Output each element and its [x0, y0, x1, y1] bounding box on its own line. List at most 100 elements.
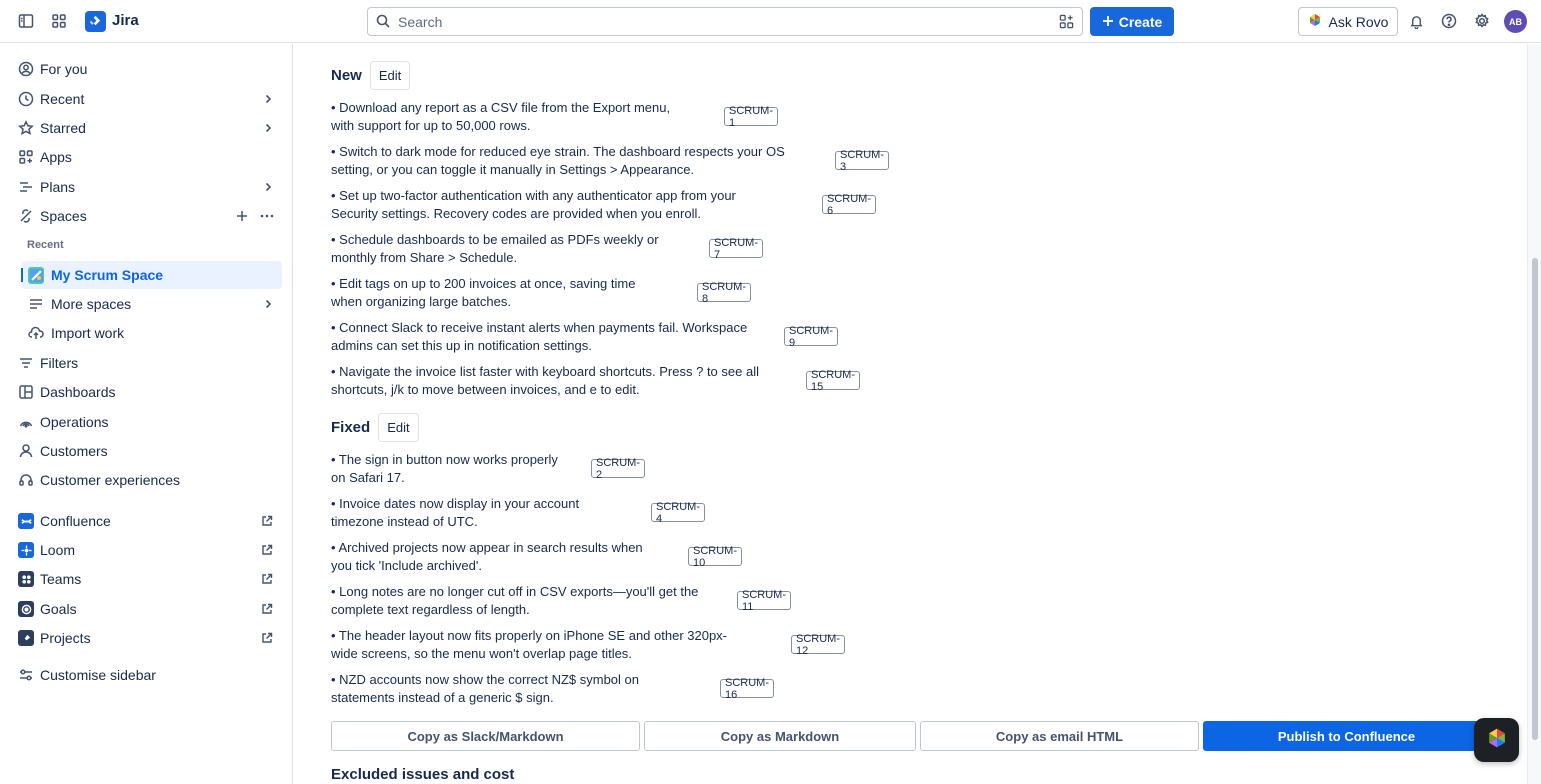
- user-circle-icon: [18, 61, 34, 77]
- search-placeholder: Search: [398, 14, 443, 30]
- teams-icon: [18, 571, 34, 587]
- sidebar-item-apps[interactable]: Apps: [10, 143, 282, 171]
- issue-key-tag[interactable]: SCRUM-6: [822, 193, 876, 217]
- entry-text: • Archived projects now appear in search…: [331, 540, 643, 573]
- star-icon: [18, 120, 34, 136]
- sidebar-item-label: For you: [40, 61, 88, 77]
- sidebar-item-label: Spaces: [40, 208, 87, 224]
- sidebar-item-label: Operations: [40, 414, 109, 430]
- sidebar-item-label: Projects: [40, 630, 91, 646]
- apps-icon: [18, 149, 34, 165]
- filter-icon: [18, 355, 34, 371]
- rovo-icon: [1486, 727, 1508, 754]
- sidebar-item-customise-sidebar[interactable]: Customise sidebar: [10, 661, 282, 689]
- entry-text: • Edit tags on up to 200 invoices at onc…: [331, 276, 636, 309]
- entry-text: • Schedule dashboards to be emailed as P…: [331, 232, 659, 265]
- clock-icon: [18, 91, 34, 107]
- sidebar-item-for-you[interactable]: For you: [10, 55, 282, 83]
- search-icon: [376, 14, 390, 33]
- copy-markdown-button[interactable]: Copy as Markdown: [644, 721, 916, 751]
- issue-key-tag[interactable]: SCRUM-16: [720, 677, 774, 701]
- sidebar-item-plans[interactable]: Plans: [10, 173, 282, 201]
- jira-logo-icon[interactable]: [85, 11, 106, 32]
- issue-key-tag[interactable]: SCRUM-1: [724, 105, 778, 129]
- edit-new-button[interactable]: Edit: [369, 61, 411, 90]
- app-switcher-icon[interactable]: [49, 11, 69, 31]
- plus-icon: [1102, 14, 1114, 30]
- scrollbar-thumb[interactable]: [1532, 258, 1538, 740]
- sidebar-item-customer-experiences[interactable]: Customer experiences: [10, 466, 282, 494]
- issue-key-tag[interactable]: SCRUM-4: [651, 501, 705, 525]
- customers-icon: [18, 443, 34, 459]
- issue-key-tag[interactable]: SCRUM-8: [697, 281, 751, 305]
- sidebar-toggle-icon[interactable]: [16, 11, 36, 31]
- section-title-new: New: [331, 67, 362, 84]
- more-options-icon[interactable]: [260, 209, 274, 227]
- issue-key-tag[interactable]: SCRUM-11: [737, 589, 791, 613]
- external-link-icon: [261, 572, 273, 590]
- sidebar-item-teams[interactable]: Teams: [10, 565, 282, 593]
- sidebar-item-starred[interactable]: Starred: [10, 114, 282, 142]
- main-scrollbar[interactable]: [1527, 44, 1541, 784]
- sidebar-item-my-scrum-space[interactable]: My Scrum Space: [21, 261, 282, 289]
- operations-icon: [18, 414, 34, 430]
- search-filter-icon[interactable]: [1059, 14, 1074, 34]
- entry-text: • Navigate the invoice list faster with …: [331, 364, 759, 397]
- sidebar-item-label: Teams: [40, 571, 82, 587]
- issue-key-tag[interactable]: SCRUM-10: [688, 545, 742, 569]
- copy-slack-markdown-button[interactable]: Copy as Slack/Markdown: [331, 721, 640, 751]
- sidebar-item-customers[interactable]: Customers: [10, 437, 282, 465]
- dashboard-icon: [18, 384, 34, 400]
- settings-gear-icon[interactable]: [1472, 11, 1492, 31]
- sidebar-item-confluence[interactable]: Confluence: [10, 507, 282, 535]
- app-name[interactable]: Jira: [112, 12, 139, 29]
- notifications-bell-icon[interactable]: [1406, 11, 1426, 31]
- sidebar-item-projects[interactable]: Projects: [10, 624, 282, 652]
- rovo-icon: [1308, 13, 1322, 30]
- external-link-icon: [261, 543, 273, 561]
- copy-email-html-button[interactable]: Copy as email HTML: [920, 721, 1199, 751]
- sidebar-item-filters[interactable]: Filters: [10, 349, 282, 377]
- help-icon[interactable]: [1439, 11, 1459, 31]
- sidebar-item-label: Apps: [40, 149, 72, 165]
- sidebar-item-label: Recent: [40, 91, 85, 107]
- issue-key-tag[interactable]: SCRUM-2: [591, 457, 645, 481]
- recent-spaces-heading: Recent: [27, 239, 64, 251]
- entry-text: • Long notes are no longer cut off in CS…: [331, 584, 699, 617]
- sidebar-item-label: Confluence: [40, 513, 111, 529]
- chevron-right-icon[interactable]: [262, 92, 274, 110]
- ask-rovo-button[interactable]: Ask Rovo: [1298, 7, 1398, 36]
- issue-key-tag[interactable]: SCRUM-3: [835, 149, 889, 173]
- projects-icon: [18, 630, 34, 646]
- sidebar-item-recent[interactable]: Recent: [10, 85, 282, 113]
- external-link-icon: [261, 631, 273, 649]
- sidebar-item-loom[interactable]: Loom: [10, 536, 282, 564]
- user-avatar[interactable]: AB: [1504, 10, 1527, 33]
- section-title-fixed: Fixed: [331, 419, 371, 436]
- issue-key-tag[interactable]: SCRUM-9: [784, 325, 838, 349]
- ask-rovo-label: Ask Rovo: [1328, 13, 1389, 30]
- sidebar-item-label: Goals: [40, 601, 77, 617]
- sidebar-item-more-spaces[interactable]: More spaces: [21, 290, 282, 318]
- issue-key-tag[interactable]: SCRUM-15: [806, 369, 860, 393]
- chevron-right-icon[interactable]: [262, 297, 274, 315]
- chevron-right-icon[interactable]: [262, 121, 274, 139]
- excluded-issues-heading: Excluded issues and cost: [331, 766, 515, 783]
- sidebar-item-label: My Scrum Space: [51, 267, 164, 283]
- create-button[interactable]: Create: [1090, 7, 1174, 36]
- issue-key-tag[interactable]: SCRUM-12: [791, 633, 845, 657]
- edit-fixed-button[interactable]: Edit: [378, 413, 419, 442]
- sidebar-item-operations[interactable]: Operations: [10, 408, 282, 436]
- search-input[interactable]: Search: [367, 7, 1083, 36]
- sidebar-item-dashboards[interactable]: Dashboards: [10, 378, 282, 406]
- rovo-chat-fab[interactable]: [1474, 718, 1519, 762]
- plans-icon: [18, 179, 34, 195]
- issue-key-tag[interactable]: SCRUM-7: [709, 237, 763, 261]
- sidebar-item-goals[interactable]: Goals: [10, 595, 282, 623]
- new-section-header: New Edit: [331, 61, 411, 90]
- sidebar-item-spaces[interactable]: Spaces: [10, 202, 282, 230]
- publish-to-confluence-button[interactable]: Publish to Confluence: [1203, 721, 1490, 751]
- add-space-plus-icon[interactable]: [236, 209, 248, 227]
- sidebar-item-import-work[interactable]: Import work: [21, 319, 282, 347]
- chevron-right-icon[interactable]: [262, 180, 274, 198]
